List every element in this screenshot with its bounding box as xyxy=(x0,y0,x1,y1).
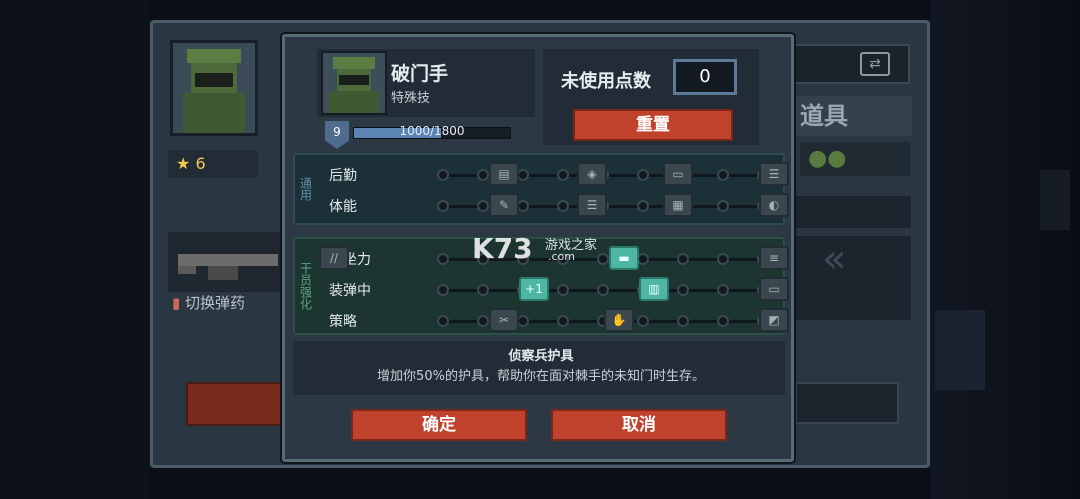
skill-node-icon[interactable]: // xyxy=(319,246,349,270)
unused-points-label: 未使用点数 xyxy=(561,71,651,92)
skill-node-icon[interactable]: +1 xyxy=(519,277,549,301)
skill-node-icon[interactable]: ☰ xyxy=(577,193,607,217)
skill-point[interactable] xyxy=(437,284,449,296)
skill-point[interactable] xyxy=(637,200,649,212)
skill-node-icon[interactable]: ▭ xyxy=(663,162,693,186)
skill-point[interactable] xyxy=(437,200,449,212)
skill-node-icon[interactable]: ▤ xyxy=(489,162,519,186)
general-skills-section: 通用 后勤 ▤ ◈ ▭ ☰ 体能 ✎ ☰ ▦ ◐ xyxy=(293,153,789,225)
skill-node-icon[interactable]: ▬ xyxy=(609,246,639,270)
skill-point[interactable] xyxy=(597,253,609,265)
skill-point[interactable] xyxy=(557,284,569,296)
background-left xyxy=(0,0,150,499)
skill-node-icon[interactable]: ✂ xyxy=(489,308,519,332)
skill-node-icon[interactable]: ☰ xyxy=(759,162,789,186)
hero-class: 特殊技 xyxy=(391,91,431,106)
rank-badge: ★ 6 xyxy=(168,150,258,178)
skill-point[interactable] xyxy=(557,169,569,181)
skill-point[interactable] xyxy=(557,315,569,327)
perk-description: 增加你50%的护具，帮助你在面对棘手的未知门时生存。 xyxy=(377,369,705,384)
skill-node-icon[interactable]: ◩ xyxy=(759,308,789,332)
skill-point[interactable] xyxy=(717,169,729,181)
skill-node-icon[interactable]: ▭ xyxy=(759,277,789,301)
skill-point[interactable] xyxy=(677,315,689,327)
swap-icon[interactable]: ⇄ xyxy=(860,52,890,76)
game-screen: ★ 6 ▮ 切换弹药 ⇄ 道具 ●● « 破门手 特殊技 9 1000/1800… xyxy=(0,0,1080,499)
switch-ammo-button[interactable]: ▮ 切换弹药 xyxy=(172,292,245,313)
skill-node-icon[interactable]: ◈ xyxy=(577,162,607,186)
unused-points-value: 0 xyxy=(673,59,737,95)
right-slot xyxy=(795,196,911,228)
cancel-button[interactable]: 取消 xyxy=(551,409,727,441)
skill-point[interactable] xyxy=(477,315,489,327)
watermark-site-en: .com xyxy=(548,250,575,263)
skill-track xyxy=(439,289,783,292)
skill-point[interactable] xyxy=(677,253,689,265)
background-shelf xyxy=(935,310,985,390)
skill-tree-dialog: 破门手 特殊技 9 1000/1800 未使用点数 0 重置 通用 后勤 ▤ ◈ ▭ ☰… xyxy=(282,34,794,462)
skill-point[interactable] xyxy=(477,284,489,296)
skill-point[interactable] xyxy=(637,169,649,181)
skill-row-label: 体能 xyxy=(329,199,357,215)
skill-row-label: 装弹中 xyxy=(329,283,371,299)
rank-count: 6 xyxy=(195,154,206,173)
background-poster xyxy=(1040,170,1070,230)
watermark-logo: K73 xyxy=(472,232,533,265)
weapon-slot[interactable] xyxy=(168,232,288,292)
skill-row: 装弹中 +1 ▥ ▭ xyxy=(319,276,789,304)
right-action-button[interactable] xyxy=(795,382,899,424)
confirm-button[interactable]: 确定 xyxy=(351,409,527,441)
section-title-general: 通用 xyxy=(298,177,313,201)
skill-point[interactable] xyxy=(597,284,609,296)
skill-node-icon[interactable]: ≡ xyxy=(759,246,789,270)
skill-node-icon[interactable]: ▦ xyxy=(663,193,693,217)
skill-point[interactable] xyxy=(717,315,729,327)
grenade-icon: ●● xyxy=(808,146,847,171)
skill-point[interactable] xyxy=(437,253,449,265)
chevron-left-icon[interactable]: « xyxy=(822,236,846,282)
reset-button[interactable]: 重置 xyxy=(573,109,733,141)
skill-row-label: 策略 xyxy=(329,314,357,330)
background-right xyxy=(930,0,1080,499)
skill-point[interactable] xyxy=(477,169,489,181)
skill-point[interactable] xyxy=(437,315,449,327)
level-badge: 9 xyxy=(325,121,349,149)
skill-row-label: 后勤 xyxy=(329,168,357,184)
ammo-icon: ▮ xyxy=(172,294,181,312)
left-action-button[interactable] xyxy=(186,382,296,426)
character-portrait[interactable] xyxy=(170,40,258,136)
skill-point[interactable] xyxy=(637,315,649,327)
section-title-weapon: 干员强化 xyxy=(298,262,313,310)
skill-row: 后勤 ▤ ◈ ▭ ☰ xyxy=(319,161,789,189)
skill-node-icon[interactable]: ◐ xyxy=(759,193,789,217)
skill-node-icon[interactable]: ✋ xyxy=(604,308,634,332)
skill-row: 策略 ✂ ✋ ◩ xyxy=(319,307,789,335)
xp-text: 1000/1800 xyxy=(399,124,465,138)
star-icon: ★ xyxy=(176,154,191,173)
skill-node-icon[interactable]: ▥ xyxy=(639,277,669,301)
skill-point[interactable] xyxy=(437,169,449,181)
skill-point[interactable] xyxy=(477,200,489,212)
items-header: 道具 xyxy=(796,96,912,136)
skill-point[interactable] xyxy=(557,200,569,212)
weapon-skills-section: 干员强化 后坐力 ▬ ≡//装弹中 +1 ▥ ▭ 策略 ✂ ✋ ◩ xyxy=(293,237,789,335)
skill-point[interactable] xyxy=(717,200,729,212)
skill-point[interactable] xyxy=(677,284,689,296)
right-weapon-slot xyxy=(795,236,911,320)
hero-portrait xyxy=(321,51,387,115)
skill-row: 体能 ✎ ☰ ▦ ◐ xyxy=(319,192,789,220)
skill-point[interactable] xyxy=(717,284,729,296)
perk-title: 侦察兵护具 xyxy=(508,349,574,364)
skill-point[interactable] xyxy=(717,253,729,265)
skill-node-icon[interactable]: ✎ xyxy=(489,193,519,217)
hero-name: 破门手 xyxy=(391,63,449,85)
slot-bar xyxy=(790,44,910,84)
